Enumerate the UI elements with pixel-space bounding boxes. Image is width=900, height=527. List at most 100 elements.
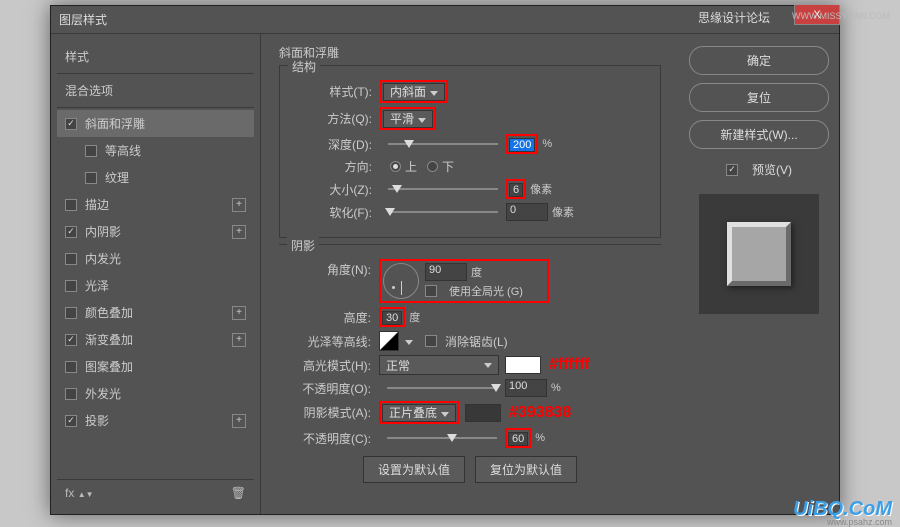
highlight-box: 200 (506, 134, 538, 154)
angle-row: 角度(N): 90 度 使用全局光 (G) (291, 259, 649, 303)
radio-down[interactable] (427, 161, 438, 172)
plus-icon[interactable]: + (232, 333, 246, 347)
sidebar-header-blend[interactable]: 混合选项 (57, 76, 254, 105)
depth-row: 深度(D): 200 % (292, 134, 648, 154)
hl-mode-select[interactable]: 正常 (379, 355, 499, 375)
checkbox-icon[interactable] (65, 280, 77, 292)
forum-label: 思缘设计论坛 (698, 9, 770, 26)
plus-icon[interactable]: + (232, 414, 246, 428)
checkbox-icon[interactable] (65, 334, 77, 346)
checkbox-icon[interactable] (85, 145, 97, 157)
structure-fieldset: 结构 样式(T): 内斜面 方法(Q): 平滑 深度(D): (279, 65, 661, 238)
depth-label: 深度(D): (292, 136, 372, 153)
sidebar-item-label: 外发光 (85, 385, 121, 402)
unit-label: 度 (471, 264, 482, 280)
reset-button[interactable]: 复位 (689, 83, 829, 112)
plus-icon[interactable]: + (232, 225, 246, 239)
sidebar-item-stroke[interactable]: 描边 + (57, 191, 254, 218)
sidebar-item-gradient-overlay[interactable]: 渐变叠加 + (57, 326, 254, 353)
sidebar-item-texture[interactable]: 纹理 (57, 164, 254, 191)
checkbox-icon[interactable] (65, 199, 77, 211)
chevron-down-icon[interactable] (403, 334, 413, 348)
depth-input[interactable]: 200 (509, 138, 535, 152)
method-select[interactable]: 平滑 (383, 110, 433, 128)
unit-label: 像素 (552, 204, 574, 220)
preview-checkbox[interactable] (726, 164, 738, 176)
hl-opacity-input[interactable]: 100 (505, 379, 547, 397)
fx-menu-icon[interactable]: fx ▲▼ (65, 486, 94, 500)
plus-icon[interactable]: + (232, 198, 246, 212)
hl-color-swatch[interactable] (505, 356, 541, 374)
sidebar-item-inner-glow[interactable]: 内发光 (57, 245, 254, 272)
fieldset-label: 阴影 (287, 237, 319, 254)
right-panel: 确定 复位 新建样式(W)... 预览(V) (679, 34, 839, 514)
global-light-checkbox[interactable] (425, 285, 437, 297)
angle-input[interactable]: 90 (425, 263, 467, 281)
checkbox-icon[interactable] (65, 361, 77, 373)
sidebar-item-pattern-overlay[interactable]: 图案叠加 (57, 353, 254, 380)
make-default-button[interactable]: 设置为默认值 (363, 456, 465, 483)
divider (57, 73, 254, 74)
new-style-button[interactable]: 新建样式(W)... (689, 120, 829, 149)
sidebar-item-label: 光泽 (85, 277, 109, 294)
reset-default-button[interactable]: 复位为默认值 (475, 456, 577, 483)
highlight-mode-row: 高光模式(H): 正常 #ffffff (291, 355, 649, 375)
sh-mode-select[interactable]: 正片叠底 (382, 404, 456, 422)
checkbox-icon[interactable] (85, 172, 97, 184)
angle-dial[interactable] (383, 263, 419, 299)
antialias-checkbox[interactable] (425, 335, 437, 347)
hl-opacity-slider[interactable] (387, 387, 497, 389)
gloss-contour-swatch[interactable] (379, 331, 399, 351)
checkbox-icon[interactable] (65, 388, 77, 400)
sidebar-item-color-overlay[interactable]: 颜色叠加 + (57, 299, 254, 326)
sidebar: 样式 混合选项 斜面和浮雕 等高线 纹理 描边 + (51, 34, 261, 514)
sidebar-item-bevel[interactable]: 斜面和浮雕 (57, 110, 254, 137)
sidebar-item-label: 图案叠加 (85, 358, 133, 375)
checkbox-icon[interactable] (65, 253, 77, 265)
checkbox-icon[interactable] (65, 415, 77, 427)
preview-box (699, 194, 819, 314)
unit-label: % (542, 138, 552, 150)
size-input[interactable]: 6 (509, 183, 523, 197)
annotation: #393838 (509, 404, 571, 422)
radio-down-label: 下 (442, 158, 454, 175)
antialias-label: 消除锯齿(L) (445, 333, 508, 350)
plus-icon[interactable]: + (232, 306, 246, 320)
shading-fieldset: 阴影 角度(N): 90 度 使用全局光 (G) (279, 244, 661, 483)
gloss-label: 光泽等高线: (291, 333, 371, 350)
trash-icon[interactable]: 🗑 (231, 486, 246, 500)
checkbox-icon[interactable] (65, 226, 77, 238)
highlight-opacity-row: 不透明度(O): 100 % (291, 379, 649, 397)
soften-input[interactable]: 0 (506, 203, 548, 221)
sidebar-item-label: 描边 (85, 196, 109, 213)
sh-opacity-input[interactable]: 60 (508, 432, 528, 446)
sidebar-item-satin[interactable]: 光泽 (57, 272, 254, 299)
sidebar-item-contour[interactable]: 等高线 (57, 137, 254, 164)
ok-button[interactable]: 确定 (689, 46, 829, 75)
radio-up[interactable] (390, 161, 401, 172)
unit-label: % (535, 432, 545, 444)
checkbox-icon[interactable] (65, 307, 77, 319)
altitude-input[interactable]: 30 (382, 311, 402, 325)
depth-slider[interactable] (388, 143, 498, 145)
sh-opacity-label: 不透明度(C): (291, 430, 371, 447)
sh-opacity-slider[interactable] (387, 437, 497, 439)
sidebar-header-styles[interactable]: 样式 (57, 42, 254, 71)
preview-label: 预览(V) (752, 161, 792, 178)
direction-row: 方向: 上 下 (292, 158, 648, 175)
shadow-mode-row: 阴影模式(A): 正片叠底 #393838 (291, 401, 649, 424)
sidebar-item-outer-glow[interactable]: 外发光 (57, 380, 254, 407)
soften-slider[interactable] (388, 211, 498, 213)
sidebar-item-inner-shadow[interactable]: 内阴影 + (57, 218, 254, 245)
style-select[interactable]: 内斜面 (383, 83, 445, 101)
sh-mode-label: 阴影模式(A): (291, 404, 371, 421)
soften-row: 软化(F): 0 像素 (292, 203, 648, 221)
size-slider[interactable] (388, 188, 498, 190)
dialog-title: 图层样式 (59, 11, 107, 28)
checkbox-icon[interactable] (65, 118, 77, 130)
sh-color-swatch[interactable] (465, 404, 501, 422)
unit-label: 度 (409, 309, 420, 325)
sidebar-item-drop-shadow[interactable]: 投影 + (57, 407, 254, 434)
highlight-box: 60 (505, 428, 531, 448)
method-label: 方法(Q): (292, 110, 372, 127)
